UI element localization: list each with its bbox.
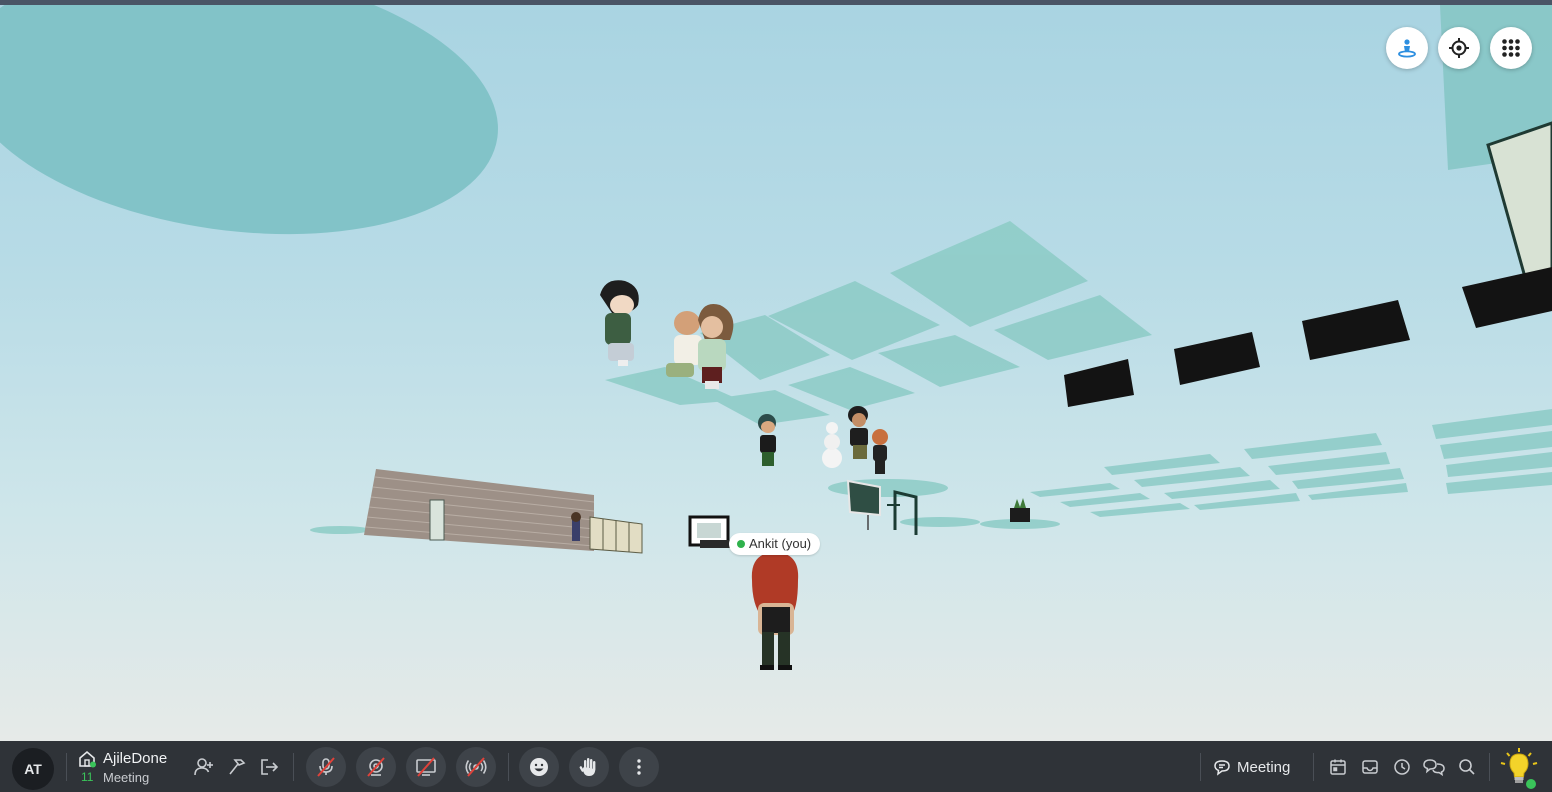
divider xyxy=(293,753,294,781)
chat-button[interactable] xyxy=(1421,755,1447,779)
online-dot xyxy=(737,540,745,548)
broadcast-off-icon xyxy=(465,757,487,777)
teal-floating-island xyxy=(0,5,498,235)
hand-icon xyxy=(579,758,596,776)
divider xyxy=(1200,753,1201,781)
chat-bubble-icon xyxy=(1214,760,1230,776)
emoji-icon xyxy=(530,758,548,776)
tv-stand xyxy=(688,515,732,548)
self-avatar xyxy=(751,552,799,670)
chats-icon xyxy=(1423,759,1445,777)
divider xyxy=(1489,753,1490,781)
camera-toggle[interactable] xyxy=(356,747,396,787)
space-name[interactable]: AjileDone xyxy=(103,750,167,767)
world-scene[interactable] xyxy=(0,5,1552,741)
calendar-icon xyxy=(1330,759,1346,775)
microphone-muted-icon xyxy=(317,757,335,777)
divider xyxy=(508,753,509,781)
calendar-button[interactable] xyxy=(1327,756,1349,778)
lightbulb-icon xyxy=(1500,748,1538,789)
screen-share-toggle[interactable] xyxy=(406,747,446,787)
history-button[interactable] xyxy=(1391,756,1413,778)
meeting-label: Meeting xyxy=(1237,758,1291,776)
add-user-icon xyxy=(194,758,213,776)
bottom-toolbar: AT AjileDone 11 Meeting Meeting xyxy=(0,741,1552,792)
user-avatar-button[interactable]: AT xyxy=(12,748,54,790)
clock-icon xyxy=(1394,759,1410,775)
plant-pot xyxy=(1010,498,1030,522)
locate-icon xyxy=(1449,38,1469,58)
inbox-icon xyxy=(1362,760,1378,774)
apps-grid-button[interactable] xyxy=(1490,27,1532,69)
hammer-icon xyxy=(229,759,246,775)
leave-button[interactable] xyxy=(257,755,281,779)
online-count: 11 xyxy=(81,770,94,784)
search-button[interactable] xyxy=(1456,756,1478,778)
emoji-reaction-button[interactable] xyxy=(519,747,559,787)
divider xyxy=(1313,753,1314,781)
exit-icon xyxy=(261,759,279,775)
invite-button[interactable] xyxy=(192,755,216,779)
avatar-view-icon xyxy=(1398,39,1416,58)
screen-share-off-icon xyxy=(416,757,436,777)
search-icon xyxy=(1459,759,1475,775)
apps-grid-icon xyxy=(1502,39,1520,57)
raise-hand-button[interactable] xyxy=(569,747,609,787)
self-nametag-label: Ankit (you) xyxy=(749,536,812,551)
locate-button[interactable] xyxy=(1438,27,1480,69)
snowman xyxy=(822,422,842,468)
user-initials: AT xyxy=(24,761,42,777)
microphone-toggle[interactable] xyxy=(306,747,346,787)
tips-button[interactable] xyxy=(1496,745,1542,791)
broadcast-toggle[interactable] xyxy=(456,747,496,787)
more-vertical-icon xyxy=(637,759,641,775)
inbox-button[interactable] xyxy=(1359,756,1381,778)
divider xyxy=(66,753,67,781)
avatar-group-top xyxy=(600,280,734,389)
space-subtitle: Meeting xyxy=(103,770,150,785)
self-nametag: Ankit (you) xyxy=(729,533,821,555)
camera-off-icon xyxy=(367,757,385,777)
wooden-cabin xyxy=(364,469,643,554)
meeting-button[interactable]: Meeting xyxy=(1213,753,1290,781)
3d-world-viewport[interactable]: Ankit (you) xyxy=(0,5,1552,741)
avatar-view-button[interactable] xyxy=(1386,27,1428,69)
more-options-button[interactable] xyxy=(619,747,659,787)
build-button[interactable] xyxy=(225,755,249,779)
home-icon xyxy=(79,750,96,768)
